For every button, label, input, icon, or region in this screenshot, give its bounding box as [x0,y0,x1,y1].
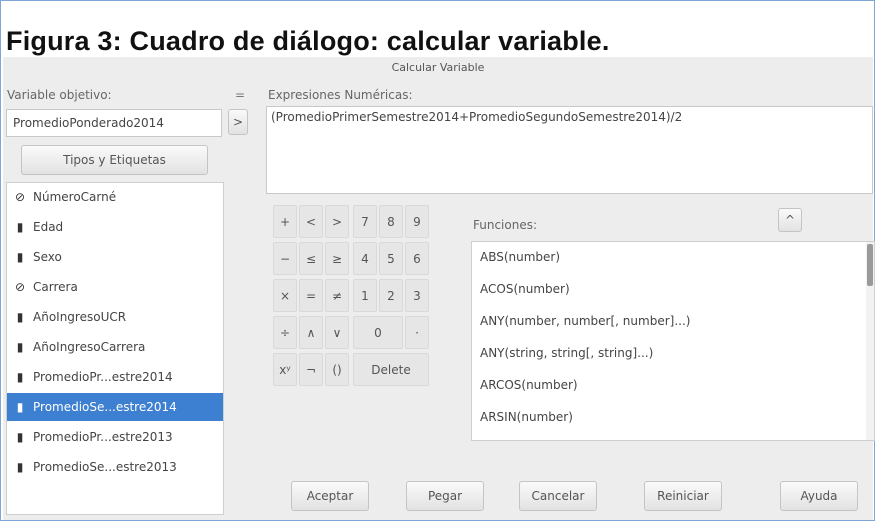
variable-label: PromedioSe...estre2013 [33,460,177,474]
key-1[interactable]: 1 [353,279,377,312]
scale-icon: ▮ [16,400,24,414]
variable-label: Sexo [33,250,62,264]
key-equals[interactable]: = [299,279,323,312]
key-2[interactable]: 2 [379,279,403,312]
key-or[interactable]: ∨ [325,316,349,349]
functions-collapse-button[interactable]: ^ [778,208,802,232]
key-greater-than[interactable]: > [325,205,349,238]
scale-icon: ▮ [16,370,24,384]
functions-scrollbar[interactable] [866,242,874,440]
key-4[interactable]: 4 [353,242,377,275]
function-item[interactable]: ARCOS(number) [480,378,578,392]
figure-caption: Figura 3: Cuadro de diálogo: calcular va… [6,26,610,56]
variable-item[interactable]: ▮ PromedioPr...estre2013 [7,423,223,451]
move-to-expression-button[interactable]: > [228,109,248,135]
variable-item[interactable]: ▮ Sexo [7,243,223,271]
key-9[interactable]: 9 [405,205,429,238]
scale-icon: ▮ [16,220,24,234]
key-minus[interactable]: − [273,242,297,275]
target-variable-input[interactable]: PromedioPonderado2014 [6,109,222,137]
function-item[interactable]: ARSIN(number) [480,410,573,424]
scale-icon: ▮ [16,340,24,354]
scale-icon: ▮ [16,460,24,474]
variable-item[interactable]: ▮ Edad [7,213,223,241]
key-delete[interactable]: Delete [353,353,429,386]
variable-list[interactable]: ⊘ NúmeroCarné ▮ Edad ▮ Sexo ⊘ Carrera ▮ AñoIn… [6,182,224,515]
key-less-than[interactable]: < [299,205,323,238]
nominal-icon: ⊘ [14,280,26,294]
functions-label: Funciones: [473,218,538,232]
numeric-expression-label: Expresiones Numéricas: [268,88,413,102]
cancel-button[interactable]: Cancelar [519,481,597,511]
variable-label: NúmeroCarné [33,190,117,204]
key-greater-equal[interactable]: ≥ [325,242,349,275]
equals-sign: = [235,88,246,102]
variable-label: PromedioPr...estre2013 [33,430,173,444]
key-power[interactable]: xʸ [273,353,297,386]
types-and-labels-button[interactable]: Tipos y Etiquetas [21,145,208,175]
variable-item[interactable]: ▮ AñoIngresoUCR [7,303,223,331]
compute-variable-dialog: Calcular Variable Variable objetivo: = P… [3,57,875,520]
key-plus[interactable]: + [273,205,297,238]
help-button[interactable]: Ayuda [780,481,858,511]
key-parentheses[interactable]: () [325,353,349,386]
variable-item[interactable]: ⊘ Carrera [7,273,223,301]
key-not-equal[interactable]: ≠ [325,279,349,312]
paste-button[interactable]: Pegar [406,481,484,511]
expression-textarea[interactable]: (PromedioPrimerSemestre2014+PromedioSegu… [266,106,873,194]
key-6[interactable]: 6 [405,242,429,275]
key-and[interactable]: ∧ [299,316,323,349]
nominal-icon: ⊘ [14,190,26,204]
scrollbar-thumb[interactable] [867,244,873,286]
target-variable-label: Variable objetivo: [7,88,112,102]
key-3[interactable]: 3 [405,279,429,312]
scale-icon: ▮ [16,250,24,264]
key-8[interactable]: 8 [379,205,403,238]
variable-item[interactable]: ▮ PromedioPr...estre2014 [7,363,223,391]
variable-item[interactable]: ▮ AñoIngresoCarrera [7,333,223,361]
dialog-title: Calcular Variable [391,61,485,74]
key-divide[interactable]: ÷ [273,316,297,349]
functions-list[interactable]: ABS(number) ACOS(number) ANY(number, num… [471,241,875,441]
variable-item-selected[interactable]: ▮ PromedioSe...estre2014 [7,393,223,421]
variable-item[interactable]: ⊘ NúmeroCarné [7,183,223,211]
variable-label: AñoIngresoCarrera [33,340,146,354]
accept-button[interactable]: Aceptar [291,481,369,511]
function-item[interactable]: ABS(number) [480,250,560,264]
variable-label: PromedioPr...estre2014 [33,370,173,384]
variable-label: PromedioSe...estre2014 [33,400,177,414]
function-item[interactable]: ANY(string, string[, string]...) [480,346,653,360]
key-decimal[interactable]: · [405,316,429,349]
function-item[interactable]: ANY(number, number[, number]...) [480,314,690,328]
chevron-up-icon: ^ [784,213,796,227]
function-item[interactable]: ACOS(number) [480,282,570,296]
key-multiply[interactable]: × [273,279,297,312]
scale-icon: ▮ [16,430,24,444]
variable-label: Edad [33,220,64,234]
variable-label: AñoIngresoUCR [33,310,127,324]
key-not[interactable]: ¬ [299,353,323,386]
key-0[interactable]: 0 [353,316,403,349]
variable-item[interactable]: ▮ PromedioSe...estre2013 [7,453,223,481]
variable-label: Carrera [33,280,78,294]
key-7[interactable]: 7 [353,205,377,238]
key-less-equal[interactable]: ≤ [299,242,323,275]
reset-button[interactable]: Reiniciar [644,481,722,511]
key-5[interactable]: 5 [379,242,403,275]
scale-icon: ▮ [16,310,24,324]
